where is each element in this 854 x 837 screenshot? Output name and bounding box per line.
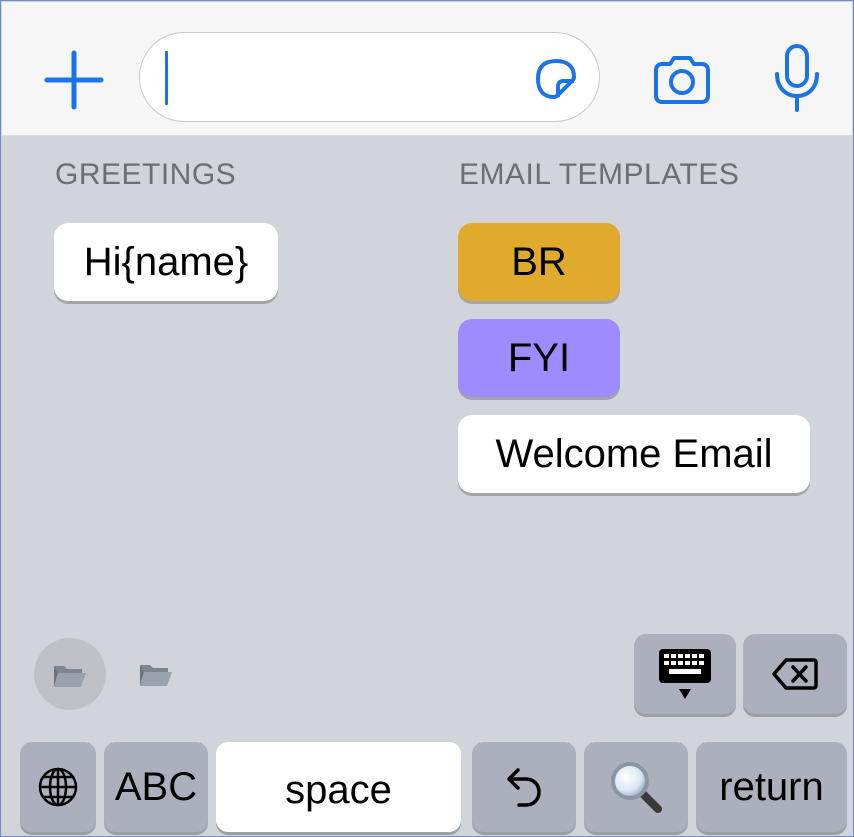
return-key-label: return (719, 764, 824, 809)
greeting-chip-hi-name[interactable]: Hi{name} (54, 223, 278, 301)
undo-key[interactable] (472, 742, 576, 832)
return-key[interactable]: return (696, 742, 847, 832)
folder-icon (54, 666, 86, 687)
keyboard-extension-screen: GREETINGS Hi{name} EMAIL TEMPLATES BR FY… (0, 0, 854, 837)
magnifier-icon (611, 762, 662, 813)
template-chip-welcome-email[interactable]: Welcome Email (458, 415, 810, 493)
folder-icon (140, 665, 172, 686)
template-chip-fyi[interactable]: FYI (458, 319, 620, 397)
abc-key[interactable]: ABC (104, 742, 208, 832)
greeting-chip-label: Hi{name} (83, 239, 249, 284)
microphone-icon[interactable] (770, 42, 824, 116)
email-templates-title: EMAIL TEMPLATES (459, 158, 740, 191)
abc-key-label: ABC (114, 764, 198, 809)
template-chip-label: BR (511, 239, 567, 284)
keyboard-hide-icon (659, 649, 711, 699)
message-input[interactable] (139, 32, 600, 122)
globe-key[interactable] (20, 742, 96, 832)
hide-keyboard-button[interactable] (634, 634, 736, 714)
camera-icon[interactable] (650, 52, 714, 108)
template-chip-label: Welcome Email (495, 431, 773, 476)
greetings-title: GREETINGS (55, 158, 237, 191)
template-chip-label: FYI (507, 335, 571, 380)
globe-icon (38, 767, 78, 807)
template-chip-br[interactable]: BR (458, 223, 620, 301)
undo-icon (507, 768, 541, 807)
folder-tab-selected[interactable] (34, 638, 106, 710)
folder-tab[interactable] (136, 657, 176, 689)
text-caret (165, 51, 168, 105)
sticker-icon[interactable] (530, 53, 582, 105)
search-key[interactable] (584, 742, 688, 832)
plus-icon[interactable] (44, 50, 104, 110)
space-key[interactable]: space (216, 742, 461, 832)
space-key-label: space (285, 767, 392, 812)
backspace-icon (772, 658, 818, 690)
delete-button[interactable] (743, 634, 847, 714)
message-input-bar (2, 2, 852, 136)
